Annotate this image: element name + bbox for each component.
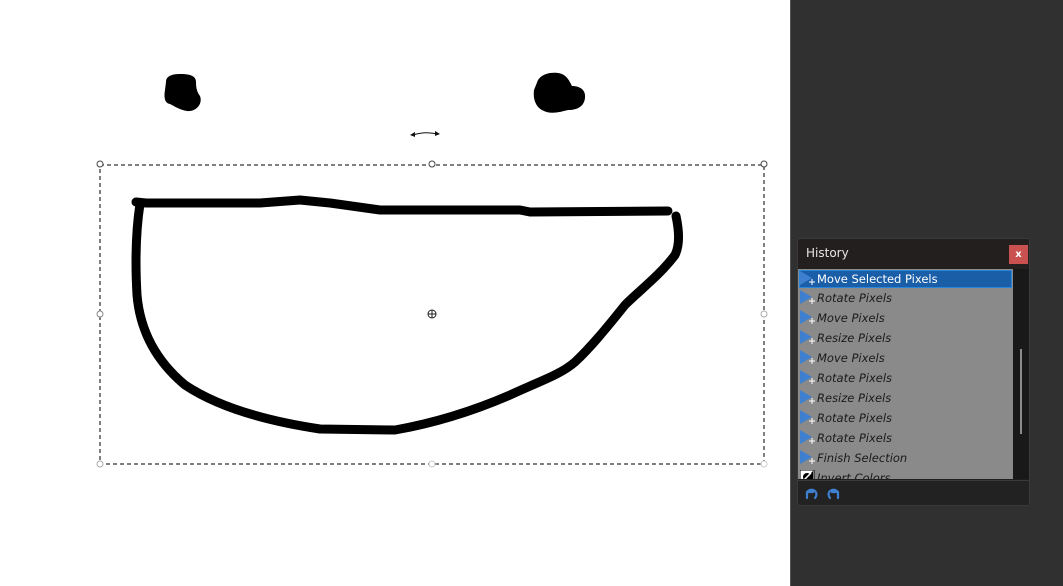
history-item[interactable]: Rotate Pixels	[798, 288, 1013, 308]
image-canvas[interactable]	[0, 0, 790, 586]
history-item-label: Resize Pixels	[817, 391, 892, 405]
redo-icon	[827, 488, 840, 500]
history-item-label: Rotate Pixels	[817, 371, 893, 385]
handle-middle-left[interactable]	[96, 310, 104, 318]
history-item[interactable]: Finish Selection	[798, 448, 1013, 468]
move-selection-icon	[800, 370, 816, 386]
history-item[interactable]: Resize Pixels	[798, 328, 1013, 348]
handle-top-left[interactable]	[96, 160, 104, 168]
mouth-stroke	[131, 195, 683, 435]
canvas-drawing	[96, 72, 768, 468]
history-item-label: Rotate Pixels	[817, 291, 893, 305]
history-item[interactable]: Resize Pixels	[798, 388, 1013, 408]
history-item[interactable]: Rotate Pixels	[798, 428, 1013, 448]
move-selection-icon	[800, 330, 816, 346]
history-item-label: Invert Colors	[817, 471, 891, 479]
scrollbar-thumb[interactable]	[1020, 349, 1022, 434]
redo-button[interactable]	[825, 485, 843, 501]
move-selection-icon	[800, 350, 816, 366]
history-item-label: Finish Selection	[817, 451, 908, 465]
center-move-handle-icon[interactable]	[427, 309, 437, 319]
history-item-label: Move Selected Pixels	[817, 272, 938, 286]
move-selection-icon	[800, 290, 816, 306]
move-selection-icon	[800, 390, 816, 406]
history-panel-title: History	[806, 246, 849, 260]
history-item-label: Move Pixels	[817, 311, 885, 325]
handle-bottom-left[interactable]	[96, 460, 104, 468]
history-item[interactable]: Move Pixels	[798, 308, 1013, 328]
rotate-handle-icon[interactable]	[410, 131, 440, 137]
left-eye-stroke	[164, 74, 201, 112]
move-selection-icon	[800, 310, 816, 326]
move-selection-icon	[800, 430, 816, 446]
history-item[interactable]: Move Pixels	[798, 348, 1013, 368]
history-item[interactable]: Invert Colors	[798, 468, 1013, 479]
handle-top-right[interactable]	[760, 160, 768, 168]
history-item[interactable]: Rotate Pixels	[798, 408, 1013, 428]
history-panel: History x Move Selected Pixels Rotate Pix…	[797, 238, 1030, 506]
history-panel-header[interactable]: History x	[798, 239, 1029, 269]
history-scrollbar[interactable]	[1013, 269, 1029, 479]
close-button[interactable]: x	[1009, 245, 1028, 264]
handle-bottom-right[interactable]	[760, 460, 768, 468]
history-footer	[798, 480, 1029, 505]
handle-bottom-center[interactable]	[428, 460, 436, 468]
history-item-label: Move Pixels	[817, 351, 885, 365]
handle-top-center[interactable]	[428, 160, 436, 168]
move-selection-icon	[800, 450, 816, 466]
history-item-label: Rotate Pixels	[817, 411, 893, 425]
history-item-label: Resize Pixels	[817, 331, 892, 345]
move-selection-icon	[800, 410, 816, 426]
invert-colors-icon	[799, 469, 816, 479]
move-selection-icon	[800, 271, 816, 287]
right-eye-stroke	[533, 72, 586, 113]
undo-button[interactable]	[802, 485, 820, 501]
undo-icon	[805, 488, 818, 500]
history-item[interactable]: Move Selected Pixels	[799, 270, 1012, 288]
history-list[interactable]: Move Selected Pixels Rotate Pixels Move Pi…	[798, 269, 1013, 479]
history-item-label: Rotate Pixels	[817, 431, 893, 445]
history-item[interactable]: Rotate Pixels	[798, 368, 1013, 388]
handle-middle-right[interactable]	[760, 310, 768, 318]
